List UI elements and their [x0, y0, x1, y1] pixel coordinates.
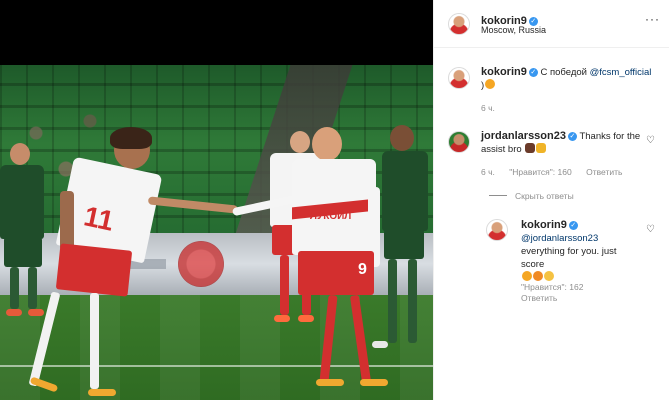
post-header: kokorin9 ✓ Moscow, Russia ···	[434, 0, 669, 48]
comment-meta: 6 ч. "Нравится": 160 Ответить	[481, 167, 634, 177]
reply-username[interactable]: kokorin9	[521, 219, 567, 231]
verified-badge-icon: ✓	[528, 68, 538, 77]
reply-reply-button[interactable]: Ответить	[521, 293, 557, 303]
player-number-9: ЛУКОЙЛ 9	[231, 127, 432, 397]
caption: kokorin9 ✓ С победой @fcsm_official )	[481, 66, 661, 92]
reply-mention-link[interactable]: @jordanlarsson23	[521, 233, 598, 244]
caption-avatar[interactable]	[448, 67, 470, 89]
post-photo[interactable]: 11 ЛУКОЙЛ 9	[0, 0, 433, 400]
caption-text: С победой	[540, 67, 587, 78]
commenter-avatar[interactable]	[448, 131, 470, 153]
verified-badge-icon: ✓	[568, 221, 578, 230]
sponsor-text: ЛУКОЙЛ	[310, 211, 352, 222]
ellipsis-icon[interactable]: ···	[645, 12, 660, 26]
comment-username[interactable]: jordanlarsson23	[481, 130, 566, 142]
post-sidebar: kokorin9 ✓ Moscow, Russia ··· kokorin9 ✓ С…	[433, 0, 669, 400]
bomb-emoji-icon	[525, 143, 536, 153]
player-number-11: 11	[28, 127, 240, 400]
caption-mention-link[interactable]: @fcsm_official	[590, 67, 652, 78]
reply: kokorin9 ✓ @jordanlarsson23 everything fo…	[521, 219, 641, 284]
comment: jordanlarsson23 ✓ Thanks for the assist b…	[481, 130, 651, 156]
comment-reply-button[interactable]: Ответить	[586, 167, 622, 177]
caption-username[interactable]: kokorin9	[481, 66, 527, 78]
comment-likes[interactable]: "Нравится": 160	[509, 167, 571, 177]
verified-badge-icon: ✓	[567, 132, 577, 141]
jersey-number-9: 9	[358, 261, 367, 278]
caption-time: 6 ч.	[481, 103, 495, 113]
reply-avatar[interactable]	[486, 219, 508, 241]
caption-trailing: )	[481, 80, 485, 91]
reply-like-heart-icon[interactable]: ♡	[646, 224, 655, 235]
avatar[interactable]	[448, 13, 470, 35]
comment-time: 6 ч.	[481, 167, 495, 177]
orange-heart-emoji-icon	[485, 79, 496, 89]
photo-scene: 11 ЛУКОЙЛ 9	[0, 65, 433, 400]
heart-eyes-emoji-icon	[522, 271, 532, 281]
hide-replies-button[interactable]: Скрыть ответы	[489, 191, 574, 201]
lion-emoji-icon	[536, 143, 547, 153]
location-link[interactable]: Moscow, Russia	[481, 25, 546, 35]
orange-heart-emoji-icon	[533, 271, 543, 281]
reply-likes[interactable]: "Нравится": 162	[521, 282, 583, 292]
comment-like-heart-icon[interactable]: ♡	[646, 135, 655, 146]
reply-text: everything for you. just score	[521, 246, 617, 270]
flexed-biceps-emoji-icon	[544, 271, 554, 281]
